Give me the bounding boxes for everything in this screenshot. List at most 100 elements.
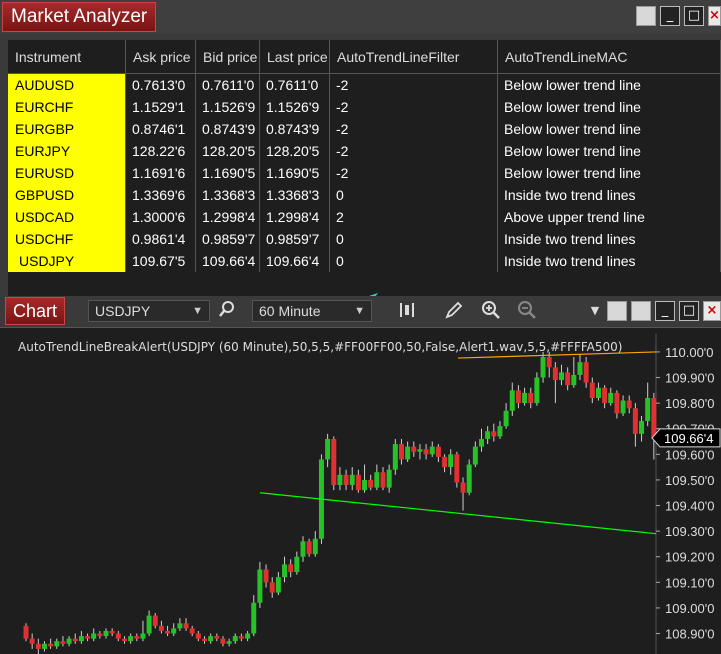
chart-layout-button[interactable] (631, 301, 651, 321)
candle-body (552, 367, 558, 381)
candle-body (632, 408, 638, 434)
candle-body (368, 479, 374, 488)
cell-mac: Below lower trend line (498, 118, 721, 140)
chart-window-mode-button[interactable] (607, 301, 627, 321)
column-header-mac[interactable]: AutoTrendLineMAC (498, 40, 721, 74)
candle-body (639, 421, 645, 434)
cell-ask: 1.1529'1 (126, 96, 196, 118)
chart-plot-area[interactable]: 110.00'0109.90'0109.80'0109.70'0109.60'0… (8, 334, 721, 654)
candle-body (23, 625, 29, 639)
candle-body (300, 541, 306, 557)
market-analyzer-grid: Instrument Ask price Bid price Last price Au… (8, 40, 721, 305)
cell-bid: 128.20'5 (196, 140, 260, 162)
candle-body (195, 633, 201, 639)
cell-bid: 1.1526'9 (196, 96, 260, 118)
candle-body (35, 643, 41, 649)
minimize-icon: _ (661, 303, 669, 318)
market-analyzer-titlebar[interactable]: Market Analyzer _ □ × (0, 0, 721, 34)
zoom-in-icon[interactable] (480, 300, 502, 322)
candle-body (405, 446, 411, 460)
minimize-button[interactable]: _ (660, 6, 680, 26)
dropdown-icon[interactable]: ▼ (584, 300, 606, 322)
candle-body (128, 636, 134, 642)
candle-body (152, 615, 158, 626)
candle-body (534, 377, 540, 404)
table-row[interactable]: USDJPY 109.67'5 109.66'4 109.66'4 0 Inside tw… (8, 250, 721, 272)
candle-body (423, 449, 429, 455)
table-row[interactable]: USDCHF 0.9861'4 0.9859'7 0.9859'7 0 Inside tw… (8, 228, 721, 250)
candle-body (380, 472, 386, 488)
cell-filter: -2 (330, 74, 498, 96)
table-row[interactable]: EURJPY 128.22'6 128.20'5 128.20'5 -2 Below lo… (8, 140, 721, 162)
column-header-bid[interactable]: Bid price (196, 40, 260, 74)
chart-tab[interactable]: Chart (5, 297, 66, 325)
candle-body (614, 392, 620, 414)
table-row[interactable]: AUDUSD 0.7613'0 0.7611'0 0.7611'0 -2 Below lo… (8, 74, 721, 96)
cell-filter: 0 (330, 250, 498, 272)
candle-body (485, 431, 491, 439)
cell-mac: Below lower trend line (498, 96, 721, 118)
candle-body (146, 615, 152, 634)
close-button[interactable]: × (708, 6, 721, 26)
cell-bid: 1.1690'5 (196, 162, 260, 184)
candle-body (189, 628, 195, 634)
table-row[interactable]: EURGBP 0.8746'1 0.8743'9 0.8743'9 -2 Below lo… (8, 118, 721, 140)
column-header-filter[interactable]: AutoTrendLineFilter (330, 40, 498, 74)
cell-last: 0.9859'7 (260, 228, 330, 250)
candle-body (651, 398, 657, 439)
candle-body (121, 638, 127, 642)
column-header-instrument[interactable]: Instrument (8, 40, 126, 74)
maximize-button[interactable]: □ (684, 6, 704, 26)
y-tick-label: 109.00'0 (665, 601, 714, 616)
table-row[interactable]: GBPUSD 1.3369'6 1.3368'3 1.3368'3 0 Inside tw… (8, 184, 721, 206)
candle-body (503, 410, 509, 427)
cell-mac: Inside two trend lines (498, 184, 721, 206)
y-tick-label: 109.50'0 (665, 473, 714, 488)
candle-body (355, 474, 361, 491)
candle-body (442, 456, 448, 468)
bar-style-icon[interactable] (396, 300, 418, 322)
candle-body (208, 636, 214, 642)
chart-minimize-button[interactable]: _ (655, 301, 675, 321)
cell-instrument: AUDUSD (8, 74, 126, 96)
candle-body (528, 392, 534, 404)
search-icon[interactable] (216, 300, 238, 322)
candle-body (522, 392, 528, 404)
y-tick-label: 109.30'0 (665, 524, 714, 539)
candle-body (134, 636, 140, 639)
candle-body (577, 362, 583, 375)
chart-window: Chart USDJPY ▼ 60 Minute ▼ ▼ _ □ × 110.0… (0, 296, 721, 654)
chart-close-button[interactable]: × (703, 301, 721, 321)
market-analyzer-title[interactable]: Market Analyzer (2, 2, 157, 32)
cell-filter: -2 (330, 162, 498, 184)
candle-body (103, 630, 109, 637)
candle-body (54, 641, 60, 647)
cell-filter: -2 (330, 118, 498, 140)
column-header-ask[interactable]: Ask price (126, 40, 196, 74)
column-header-last[interactable]: Last price (260, 40, 330, 74)
table-row[interactable]: EURUSD 1.1691'6 1.1690'5 1.1690'5 -2 Below lo… (8, 162, 721, 184)
candle-body (66, 638, 72, 644)
candle-body (109, 630, 115, 634)
chart-maximize-button[interactable]: □ (679, 301, 699, 321)
candle-body (312, 538, 318, 555)
candlestick-chart[interactable]: 110.00'0109.90'0109.80'0109.70'0109.60'0… (8, 334, 721, 654)
table-row[interactable]: EURCHF 1.1529'1 1.1526'9 1.1526'9 -2 Below lo… (8, 96, 721, 118)
pencil-icon[interactable] (443, 300, 465, 322)
zoom-out-icon[interactable] (516, 300, 538, 322)
candle-body (325, 438, 331, 460)
cell-ask: 1.1691'6 (126, 162, 196, 184)
cell-instrument: USDCHF (8, 228, 126, 250)
candle-body (257, 569, 263, 603)
table-row[interactable]: USDCAD 1.3000'6 1.2998'4 1.2998'4 2 Above upp… (8, 206, 721, 228)
cell-mac: Below lower trend line (498, 140, 721, 162)
cell-last: 1.2998'4 (260, 206, 330, 228)
cell-last: 0.8743'9 (260, 118, 330, 140)
window-mode-button[interactable] (636, 6, 656, 26)
candle-body (374, 472, 380, 488)
cell-ask: 0.8746'1 (126, 118, 196, 140)
candle-body (392, 444, 398, 470)
interval-select[interactable]: 60 Minute ▼ (252, 300, 372, 322)
close-icon: × (706, 303, 718, 318)
instrument-select[interactable]: USDJPY ▼ (88, 300, 210, 322)
